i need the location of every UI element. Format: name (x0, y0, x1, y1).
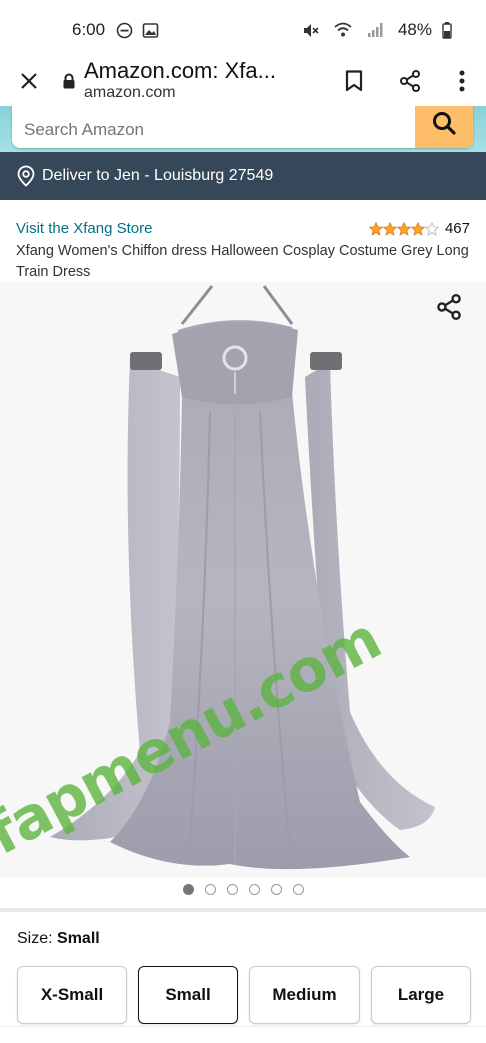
product-image (50, 285, 435, 870)
share-icon (400, 70, 420, 92)
page-title: Amazon.com: Xfa... (84, 59, 276, 83)
star-filled-icon (382, 221, 397, 236)
share-icon (437, 294, 461, 320)
product-image-area[interactable] (0, 282, 486, 877)
status-time: 6:00 (72, 20, 106, 39)
url-block[interactable]: Amazon.com: Xfa... amazon.com (84, 59, 326, 103)
search-box (12, 106, 473, 148)
location-pin-icon (16, 165, 36, 187)
more-vertical-icon (459, 70, 465, 92)
lock-icon (58, 73, 80, 89)
carousel-dot[interactable] (182, 884, 194, 895)
browser-toolbar: Amazon.com: Xfa... amazon.com (0, 56, 486, 106)
rating[interactable]: 467 (368, 220, 470, 237)
carousel-dot[interactable] (270, 884, 282, 895)
close-icon (21, 73, 37, 89)
bottom-edge (0, 1026, 486, 1043)
product-title: Xfang Women's Chiffon dress Halloween Co… (16, 243, 469, 280)
more-options-button[interactable] (438, 56, 486, 106)
signal-icon (366, 21, 384, 39)
rating-stars (368, 221, 439, 236)
size-option-x-small[interactable]: X-Small (17, 966, 127, 1024)
carousel-dot[interactable] (226, 884, 238, 895)
size-selected-value: Small (57, 930, 100, 947)
size-option-small[interactable]: Small (138, 966, 238, 1024)
wifi-icon (334, 21, 352, 39)
deliver-text: Deliver to Jen - Louisburg 27549 (42, 167, 274, 184)
size-option-large[interactable]: Large (371, 966, 471, 1024)
page-domain: amazon.com (84, 84, 176, 101)
size-label-text: Size: (17, 930, 53, 947)
bookmark-button[interactable] (326, 56, 382, 106)
carousel-dot[interactable] (248, 884, 260, 895)
share-page-button[interactable] (382, 56, 438, 106)
carousel-dots (0, 884, 486, 900)
size-label: Size: Small (17, 930, 100, 948)
search-area (0, 106, 486, 152)
search-button[interactable] (415, 106, 473, 148)
deliver-to-bar[interactable]: Deliver to Jen - Louisburg 27549 (0, 152, 486, 200)
star-filled-icon (410, 221, 425, 236)
search-input[interactable] (12, 106, 415, 148)
mute-icon (302, 21, 320, 39)
status-right: 48% (302, 20, 464, 40)
gallery-icon (141, 21, 159, 39)
star-filled-icon (396, 221, 411, 236)
review-count: 467 (444, 220, 470, 237)
close-button[interactable] (0, 56, 58, 106)
bookmark-icon (345, 70, 363, 92)
star-empty-icon (424, 221, 439, 236)
product-header: Visit the Xfang Store 467 Xfang Women's … (0, 200, 486, 282)
star-filled-icon (368, 221, 383, 236)
divider (0, 908, 486, 912)
status-bar: 6:00 48% (0, 0, 486, 60)
size-option-medium[interactable]: Medium (249, 966, 360, 1024)
battery-percent: 48% (397, 20, 432, 39)
size-options: X-Small Small Medium Large (17, 966, 486, 1026)
search-icon (433, 112, 456, 135)
do-not-disturb-icon (115, 21, 133, 39)
store-link[interactable]: Visit the Xfang Store (16, 220, 152, 237)
carousel-dot[interactable] (204, 884, 216, 895)
image-share-button[interactable] (434, 292, 464, 322)
carousel-dot[interactable] (292, 884, 304, 895)
battery-icon (438, 21, 456, 39)
